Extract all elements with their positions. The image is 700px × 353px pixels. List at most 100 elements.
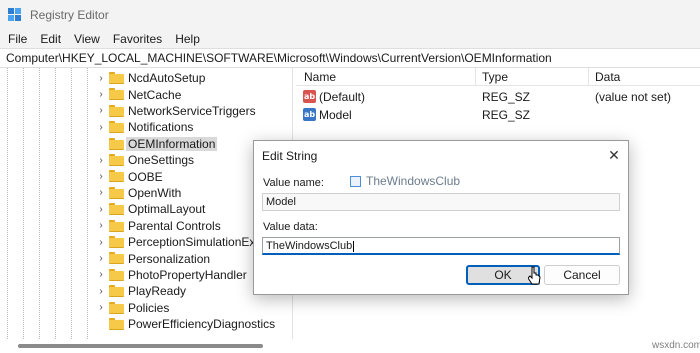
tree-item[interactable]: › PlayReady	[0, 283, 292, 299]
value-name-label: Value name:	[263, 177, 324, 189]
tree-item-label: OpenWith	[128, 185, 182, 200]
tree-item-label: NetCache	[128, 87, 182, 102]
tree-item-label: Personalization	[128, 251, 211, 266]
chevron-right-icon[interactable]: ›	[97, 171, 105, 182]
close-icon[interactable]: ✕	[605, 146, 623, 164]
value-data-label: Value data:	[263, 221, 318, 233]
folder-icon	[109, 301, 124, 314]
registry-editor-icon	[8, 8, 21, 21]
chevron-right-icon[interactable]: ›	[97, 122, 105, 133]
column-header-data[interactable]: Data	[595, 70, 620, 84]
watermark-text: TheWindowsClub	[366, 174, 461, 188]
tree-item[interactable]: › OpenWith	[0, 185, 292, 201]
folder-icon	[109, 268, 124, 281]
tree-item-label: NcdAutoSetup	[128, 71, 206, 86]
value-name: (Default)	[319, 90, 366, 104]
folder-icon	[109, 154, 124, 166]
tree-item[interactable]: › NetCache	[0, 86, 292, 102]
tree-item-label: OptimalLayout	[128, 202, 206, 217]
menu-help[interactable]: Help	[175, 32, 200, 46]
tree-item[interactable]: OEMInformation	[0, 136, 292, 152]
menu-edit[interactable]: Edit	[40, 32, 61, 46]
menu-bar: File Edit View Favorites Help	[0, 30, 700, 48]
tree-item[interactable]: › NcdAutoSetup	[0, 70, 292, 86]
title-bar: Registry Editor	[0, 0, 700, 30]
tree-item[interactable]: › Personalization	[0, 250, 292, 266]
tree-item[interactable]: PowerEfficiencyDiagnostics	[0, 316, 292, 332]
tree-item-label: OneSettings	[128, 153, 195, 168]
folder-icon	[109, 252, 124, 265]
tree-item[interactable]: › NetworkServiceTriggers	[0, 103, 292, 119]
string-value-icon: ab	[303, 90, 316, 103]
cancel-button[interactable]: Cancel	[544, 265, 620, 285]
column-header-name[interactable]: Name	[304, 70, 336, 84]
folder-icon	[109, 318, 124, 330]
chevron-right-icon[interactable]: ›	[97, 105, 105, 116]
tree-item-label: Parental Controls	[128, 218, 221, 233]
tree-item-label: Policies	[128, 300, 170, 315]
folder-icon	[109, 137, 124, 150]
tree-item[interactable]: › Parental Controls	[0, 218, 292, 234]
menu-favorites[interactable]: Favorites	[113, 32, 162, 46]
dialog-title: Edit String	[262, 149, 318, 163]
address-bar[interactable]: Computer\HKEY_LOCAL_MACHINE\SOFTWARE\Mic…	[0, 48, 700, 68]
tree-item[interactable]: › OptimalLayout	[0, 201, 292, 217]
tree-item[interactable]: › OneSettings	[0, 152, 292, 168]
site-watermark: wsxdn.com	[652, 340, 700, 351]
chevron-right-icon[interactable]: ›	[97, 204, 105, 215]
tree-item-label: PlayReady	[128, 284, 187, 299]
chevron-right-icon[interactable]: ›	[97, 237, 105, 248]
key-tree[interactable]: › NcdAutoSetup › NetCache › NetworkServiceTri…	[0, 68, 293, 339]
chevron-right-icon[interactable]: ›	[97, 73, 105, 84]
tree-item[interactable]: › PerceptionSimulationExte	[0, 234, 292, 250]
tree-item[interactable]: › Notifications	[0, 119, 292, 135]
tree-horizontal-scrollbar[interactable]	[0, 339, 293, 353]
chevron-right-icon[interactable]: ›	[97, 155, 105, 166]
value-type: REG_SZ	[482, 108, 531, 122]
tree-item-label: NetworkServiceTriggers	[128, 103, 256, 118]
tree-item-label: OOBE	[128, 169, 163, 184]
list-row[interactable]: ab Model REG_SZ	[296, 106, 700, 124]
value-data: (value not set)	[595, 90, 672, 104]
string-value-icon: ab	[303, 108, 316, 121]
chevron-right-icon[interactable]: ›	[97, 89, 105, 100]
edit-string-dialog: Edit String ✕ Value name: Model Value da…	[253, 140, 629, 295]
folder-icon	[109, 72, 124, 84]
tree-item[interactable]: › OOBE	[0, 168, 292, 184]
chevron-right-icon[interactable]: ›	[97, 187, 105, 198]
tree-item-label: PowerEfficiencyDiagnostics	[128, 317, 276, 332]
chevron-right-icon[interactable]: ›	[97, 269, 105, 280]
window-title: Registry Editor	[30, 8, 109, 22]
chevron-right-icon[interactable]: ›	[97, 286, 105, 297]
tree-item[interactable]: › PhotoPropertyHandler	[0, 267, 292, 283]
menu-file[interactable]: File	[8, 32, 27, 46]
tree-item-label: PerceptionSimulationExte	[128, 235, 266, 250]
watermark-logo-icon	[350, 176, 361, 187]
list-header: Name Type Data	[296, 68, 700, 86]
folder-icon	[109, 170, 124, 183]
folder-icon	[109, 236, 124, 248]
tree-item-label: OEMInformation	[126, 136, 218, 151]
folder-icon	[109, 88, 124, 101]
folder-icon	[109, 186, 124, 199]
folder-icon	[109, 285, 124, 298]
value-name-field[interactable]: Model	[262, 193, 620, 211]
scrollbar-thumb[interactable]	[18, 344, 263, 348]
column-header-type[interactable]: Type	[482, 70, 508, 84]
value-data-text: TheWindowsClub	[266, 240, 353, 252]
chevron-right-icon[interactable]: ›	[97, 220, 105, 231]
value-data-field[interactable]: TheWindowsClub	[262, 237, 620, 255]
list-row[interactable]: ab (Default) REG_SZ (value not set)	[296, 88, 700, 106]
folder-icon	[109, 203, 124, 216]
tree-item[interactable]: › Policies	[0, 300, 292, 316]
folder-icon	[109, 104, 124, 117]
tree-item-label: Notifications	[128, 120, 194, 135]
value-type: REG_SZ	[482, 90, 531, 104]
folder-icon	[109, 121, 124, 134]
menu-view[interactable]: View	[74, 32, 100, 46]
chevron-right-icon[interactable]: ›	[97, 302, 105, 313]
folder-icon	[109, 219, 124, 232]
value-name: Model	[319, 108, 352, 122]
tree-item-label: PhotoPropertyHandler	[128, 267, 247, 282]
chevron-right-icon[interactable]: ›	[97, 253, 105, 264]
